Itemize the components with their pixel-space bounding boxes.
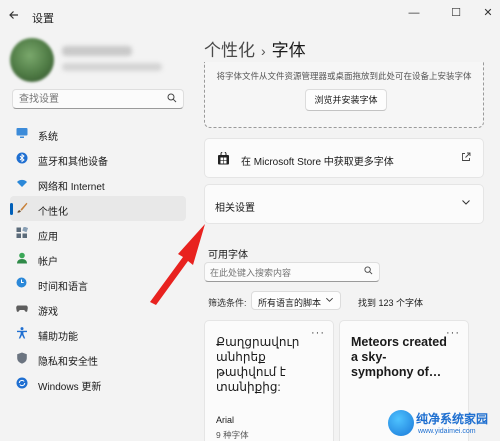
external-link-icon [461,152,471,165]
sidebar-item-personalization[interactable]: 个性化 [10,196,186,221]
account-name-blurred [62,46,132,56]
sidebar-item-accessibility[interactable]: 辅助功能 [10,321,186,346]
sidebar-item-system[interactable]: 系统 [10,121,186,146]
sidebar-item-network[interactable]: 网络和 Internet [10,171,186,196]
sidebar-item-label: 蓝牙和其他设备 [38,157,108,168]
arrow-left-icon [9,11,18,19]
active-indicator [10,203,13,215]
sidebar-item-gaming[interactable]: 游戏 [10,296,186,321]
sidebar-item-label: 辅助功能 [38,332,78,343]
chevron-down-icon [461,197,471,210]
browse-install-fonts-button[interactable]: 浏览并安装字体 [305,89,387,111]
back-button[interactable] [8,9,22,23]
sidebar-item-label: Windows 更新 [38,382,102,393]
font-preview-text: Meteors created a sky-symphony of… [351,335,447,379]
gamepad-icon [16,305,28,312]
watermark-title: 纯净系统家园 [416,412,489,426]
font-search-box[interactable] [204,262,380,282]
related-settings-expander[interactable]: 相关设置 [204,184,484,224]
avatar[interactable] [10,38,54,82]
more-options-icon[interactable]: ··· [311,327,325,339]
related-settings-label: 相关设置 [215,203,255,214]
sidebar-item-accounts[interactable]: 帐户 [10,246,186,271]
watermark: 纯净系统家园 www.yidaimei.com [388,404,500,441]
font-search-input[interactable] [210,266,350,279]
breadcrumb-separator: › [261,43,266,59]
get-more-fonts-store-link[interactable]: 在 Microsoft Store 中获取更多字体 [204,138,484,178]
search-icon[interactable] [167,93,177,106]
sidebar-item-bluetooth[interactable]: 蓝牙和其他设备 [10,146,186,171]
store-link-label: 在 Microsoft Store 中获取更多字体 [241,157,394,168]
chevron-down-icon [325,295,334,306]
sidebar-item-label: 个性化 [38,207,68,218]
title-bar: 设置 — ☐ ✕ [0,0,500,32]
settings-search-box[interactable] [12,89,184,109]
search-icon[interactable] [364,266,373,277]
account-email-blurred [62,63,162,71]
close-button[interactable]: ✕ [476,4,500,22]
sidebar-nav: 系统 蓝牙和其他设备 网络和 Internet 个性化 应用 帐户 时间和语言 … [10,121,186,396]
store-icon [218,152,229,165]
breadcrumb-parent[interactable]: 个性化 [204,41,255,60]
globe-clock-icon [16,277,27,288]
filter-selected-value: 所有语言的脚本 [258,298,322,308]
drop-zone-hint: 将字体文件从文件资源管理器或桌面拖放到此处可在设备上安装字体 [216,71,472,81]
script-filter-dropdown[interactable]: 所有语言的脚本 [251,291,341,310]
apps-icon [16,227,28,238]
breadcrumb: 个性化 › 字体 [204,36,306,61]
font-face-count: 9 种字体 [216,430,249,440]
person-icon [17,252,27,264]
app-title: 设置 [32,13,54,25]
minimize-button[interactable]: — [402,4,426,22]
wifi-icon [17,179,27,187]
sidebar-item-time-language[interactable]: 时间和语言 [10,271,186,296]
more-options-icon[interactable]: ··· [446,327,460,339]
watermark-logo-icon [388,410,414,436]
font-card[interactable]: ··· Քաղցրավուր անհրեք թափվում է տանիքից:… [204,320,334,441]
accessibility-icon [17,327,27,339]
sidebar-item-label: 帐户 [38,257,58,268]
update-icon [16,377,28,389]
sidebar-item-label: 系统 [38,132,58,143]
sidebar-item-label: 隐私和安全性 [38,357,98,368]
available-fonts-heading: 可用字体 [208,250,248,261]
font-name: Arial [216,415,235,425]
shield-icon [17,352,27,364]
filter-label: 筛选条件: [208,298,247,308]
font-drop-zone[interactable]: 将字体文件从文件资源管理器或桌面拖放到此处可在设备上安装字体 浏览并安装字体 [204,62,484,128]
sidebar-item-privacy[interactable]: 隐私和安全性 [10,346,186,371]
maximize-button[interactable]: ☐ [444,4,468,22]
watermark-url: www.yidaimei.com [418,428,476,435]
sidebar-item-windows-update[interactable]: Windows 更新 [10,371,186,396]
sidebar-item-apps[interactable]: 应用 [10,221,186,246]
bluetooth-icon [16,152,28,164]
sidebar-item-label: 时间和语言 [38,282,88,293]
sidebar-item-label: 游戏 [38,307,58,318]
paintbrush-icon [17,202,28,213]
sidebar-item-label: 应用 [38,232,58,243]
fonts-found-count: 找到 123 个字体 [358,298,424,308]
settings-search-input[interactable] [19,93,159,106]
font-preview-text: Քաղցրավուր անհրեք թափվում է տանիքից: [216,335,300,394]
sidebar-item-label: 网络和 Internet [38,182,105,193]
monitor-icon [16,128,28,138]
page-title: 字体 [271,41,306,60]
